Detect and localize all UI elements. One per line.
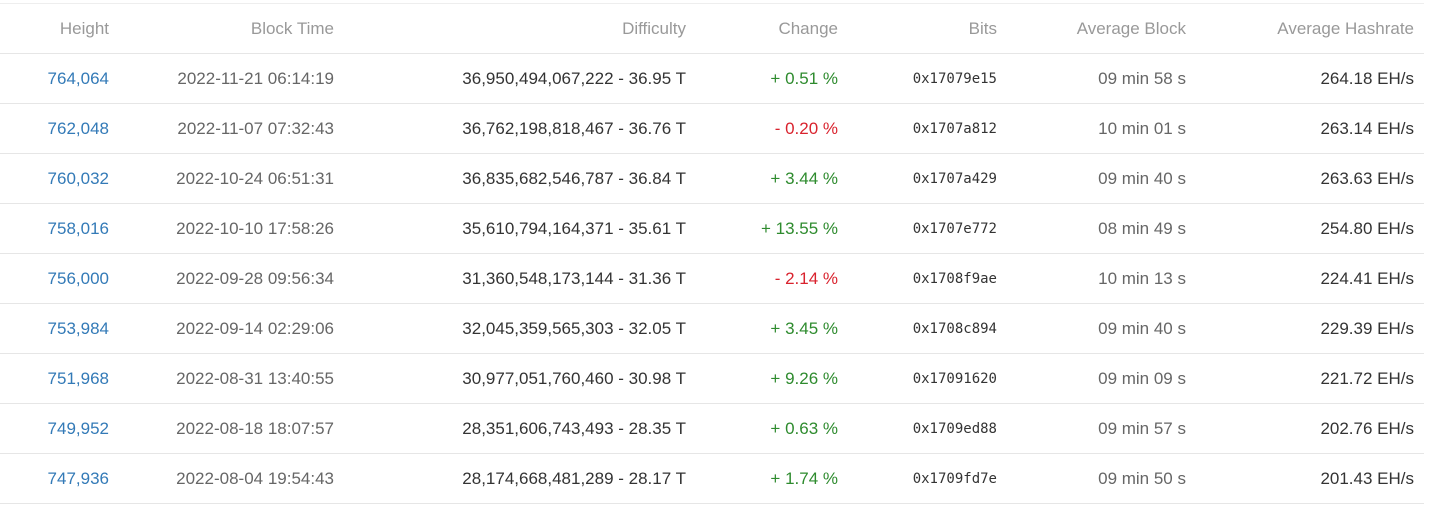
block-time-cell: 2022-09-14 02:29:06 [119, 303, 344, 354]
bits-cell: 0x17091620 [848, 353, 1007, 404]
header-row: Height Block Time Difficulty Change Bits… [0, 3, 1424, 54]
difficulty-cell: 36,950,494,067,222 - 36.95 T [344, 53, 696, 104]
table-body: 764,064 2022-11-21 06:14:19 36,950,494,067… [0, 53, 1424, 504]
column-header-change[interactable]: Change [696, 3, 848, 54]
table-row: 758,016 2022-10-10 17:58:26 35,610,794,164… [0, 203, 1424, 254]
average-block-cell: 09 min 40 s [1007, 153, 1196, 204]
block-height-link[interactable]: 753,984 [48, 319, 109, 338]
block-height-link[interactable]: 751,968 [48, 369, 109, 388]
change-cell: + 3.44 % [696, 153, 848, 204]
average-hashrate-cell: 221.72 EH/s [1196, 353, 1424, 404]
difficulty-cell: 32,045,359,565,303 - 32.05 T [344, 303, 696, 354]
table-header: Height Block Time Difficulty Change Bits… [0, 3, 1424, 54]
difficulty-cell: 35,610,794,164,371 - 35.61 T [344, 203, 696, 254]
bits-cell: 0x1708f9ae [848, 253, 1007, 304]
average-hashrate-cell: 264.18 EH/s [1196, 53, 1424, 104]
block-time-cell: 2022-11-07 07:32:43 [119, 103, 344, 154]
change-cell: + 13.55 % [696, 203, 848, 254]
change-cell: + 3.45 % [696, 303, 848, 354]
difficulty-cell: 36,762,198,818,467 - 36.76 T [344, 103, 696, 154]
block-time-cell: 2022-10-24 06:51:31 [119, 153, 344, 204]
height-cell: 760,032 [0, 153, 119, 204]
average-block-cell: 09 min 40 s [1007, 303, 1196, 354]
bits-cell: 0x1707a429 [848, 153, 1007, 204]
average-hashrate-cell: 201.43 EH/s [1196, 453, 1424, 504]
block-time-cell: 2022-10-10 17:58:26 [119, 203, 344, 254]
average-hashrate-cell: 263.14 EH/s [1196, 103, 1424, 154]
average-block-cell: 09 min 50 s [1007, 453, 1196, 504]
average-hashrate-cell: 254.80 EH/s [1196, 203, 1424, 254]
bits-cell: 0x1707e772 [848, 203, 1007, 254]
column-header-bits[interactable]: Bits [848, 3, 1007, 54]
bits-cell: 0x1707a812 [848, 103, 1007, 154]
average-block-cell: 09 min 57 s [1007, 403, 1196, 454]
block-height-link[interactable]: 760,032 [48, 169, 109, 188]
block-height-link[interactable]: 747,936 [48, 469, 109, 488]
block-time-cell: 2022-08-18 18:07:57 [119, 403, 344, 454]
change-cell: - 0.20 % [696, 103, 848, 154]
table-row: 751,968 2022-08-31 13:40:55 30,977,051,760… [0, 353, 1424, 404]
average-hashrate-cell: 229.39 EH/s [1196, 303, 1424, 354]
change-cell: - 2.14 % [696, 253, 848, 304]
average-block-cell: 09 min 09 s [1007, 353, 1196, 404]
block-height-link[interactable]: 758,016 [48, 219, 109, 238]
table-row: 760,032 2022-10-24 06:51:31 36,835,682,546… [0, 153, 1424, 204]
height-cell: 747,936 [0, 453, 119, 504]
column-header-average-block[interactable]: Average Block [1007, 3, 1196, 54]
block-height-link[interactable]: 762,048 [48, 119, 109, 138]
average-block-cell: 10 min 13 s [1007, 253, 1196, 304]
change-cell: + 1.74 % [696, 453, 848, 504]
table-row: 747,936 2022-08-04 19:54:43 28,174,668,481… [0, 453, 1424, 504]
height-cell: 762,048 [0, 103, 119, 154]
change-cell: + 9.26 % [696, 353, 848, 404]
column-header-height[interactable]: Height [0, 3, 119, 54]
column-header-block-time[interactable]: Block Time [119, 3, 344, 54]
average-block-cell: 10 min 01 s [1007, 103, 1196, 154]
bits-cell: 0x1708c894 [848, 303, 1007, 354]
difficulty-adjustments-table: Height Block Time Difficulty Change Bits… [0, 3, 1424, 504]
average-block-cell: 08 min 49 s [1007, 203, 1196, 254]
column-header-average-hashrate[interactable]: Average Hashrate [1196, 3, 1424, 54]
block-height-link[interactable]: 756,000 [48, 269, 109, 288]
bits-cell: 0x1709ed88 [848, 403, 1007, 454]
difficulty-cell: 30,977,051,760,460 - 30.98 T [344, 353, 696, 404]
bits-cell: 0x17079e15 [848, 53, 1007, 104]
difficulty-cell: 36,835,682,546,787 - 36.84 T [344, 153, 696, 204]
block-height-link[interactable]: 764,064 [48, 69, 109, 88]
change-cell: + 0.63 % [696, 403, 848, 454]
block-time-cell: 2022-08-31 13:40:55 [119, 353, 344, 404]
column-header-difficulty[interactable]: Difficulty [344, 3, 696, 54]
average-hashrate-cell: 224.41 EH/s [1196, 253, 1424, 304]
table-row: 749,952 2022-08-18 18:07:57 28,351,606,743… [0, 403, 1424, 454]
height-cell: 753,984 [0, 303, 119, 354]
block-height-link[interactable]: 749,952 [48, 419, 109, 438]
table-row: 756,000 2022-09-28 09:56:34 31,360,548,173… [0, 253, 1424, 304]
bits-cell: 0x1709fd7e [848, 453, 1007, 504]
difficulty-adjustments-table-container: Height Block Time Difficulty Change Bits… [0, 3, 1424, 504]
block-time-cell: 2022-08-04 19:54:43 [119, 453, 344, 504]
table-row: 753,984 2022-09-14 02:29:06 32,045,359,565… [0, 303, 1424, 354]
height-cell: 756,000 [0, 253, 119, 304]
table-row: 762,048 2022-11-07 07:32:43 36,762,198,818… [0, 103, 1424, 154]
height-cell: 758,016 [0, 203, 119, 254]
block-time-cell: 2022-11-21 06:14:19 [119, 53, 344, 104]
average-hashrate-cell: 202.76 EH/s [1196, 403, 1424, 454]
block-time-cell: 2022-09-28 09:56:34 [119, 253, 344, 304]
difficulty-cell: 31,360,548,173,144 - 31.36 T [344, 253, 696, 304]
height-cell: 764,064 [0, 53, 119, 104]
average-block-cell: 09 min 58 s [1007, 53, 1196, 104]
average-hashrate-cell: 263.63 EH/s [1196, 153, 1424, 204]
height-cell: 751,968 [0, 353, 119, 404]
difficulty-cell: 28,351,606,743,493 - 28.35 T [344, 403, 696, 454]
height-cell: 749,952 [0, 403, 119, 454]
table-row: 764,064 2022-11-21 06:14:19 36,950,494,067… [0, 53, 1424, 104]
change-cell: + 0.51 % [696, 53, 848, 104]
difficulty-cell: 28,174,668,481,289 - 28.17 T [344, 453, 696, 504]
